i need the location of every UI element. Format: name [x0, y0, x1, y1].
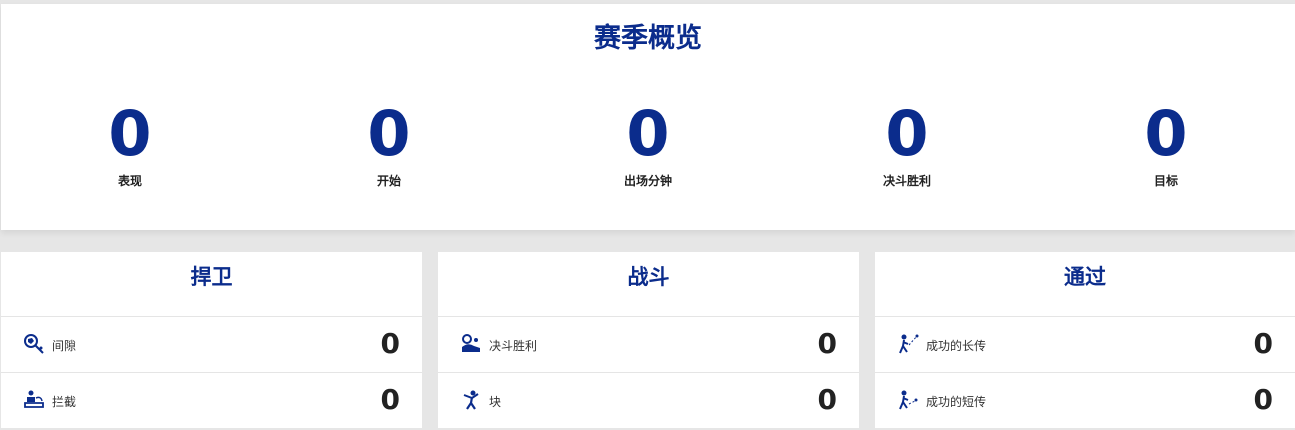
- stat-value: 0: [626, 97, 670, 170]
- card-title: 通过: [875, 252, 1295, 317]
- stat-row-interceptions: 拦截 0: [1, 373, 422, 428]
- duels-card: 战斗 决斗胜利 0 块 0: [438, 252, 859, 428]
- interception-icon: [23, 389, 45, 411]
- stat-goals: 0 目标: [1066, 100, 1266, 189]
- block-icon: [460, 389, 482, 411]
- stat-value: 0: [885, 97, 929, 170]
- overview-stats: 0 表现 0 开始 0 出场分钟 0 决斗胜利 0 目标: [1, 100, 1295, 200]
- season-overview-panel: 赛季概览 0 表现 0 开始 0 出场分钟 0 决斗胜利 0 目标: [1, 4, 1295, 230]
- stat-row-clearances: 间隙 0: [1, 317, 422, 373]
- stat-minutes-played: 0 出场分钟: [548, 100, 748, 189]
- stat-row-value: 0: [380, 327, 400, 360]
- stat-value: 0: [1144, 97, 1188, 170]
- passing-card: 通过 成功的长传 0 成功的短传 0: [875, 252, 1295, 428]
- stat-row-value: 0: [380, 383, 400, 416]
- stat-row-label: 决斗胜利: [489, 339, 538, 353]
- stat-row-label: 成功的长传: [926, 339, 987, 353]
- stat-label: 目标: [1153, 174, 1178, 188]
- stat-starts: 0 开始: [289, 100, 489, 189]
- card-title: 战斗: [438, 252, 859, 317]
- stat-row-label: 间隙: [52, 339, 77, 353]
- stat-duels-won: 0 决斗胜利: [807, 100, 1007, 189]
- stat-row-value: 0: [1253, 327, 1273, 360]
- stat-row-label: 拦截: [52, 395, 77, 409]
- stat-row-label: 成功的短传: [926, 395, 987, 409]
- stat-label: 表现: [117, 174, 142, 188]
- stat-label: 决斗胜利: [882, 174, 931, 188]
- stat-row-value: 0: [1253, 383, 1273, 416]
- stat-row-blocks: 块 0: [438, 373, 859, 428]
- stat-label: 出场分钟: [623, 174, 672, 188]
- long-pass-icon: [897, 333, 919, 355]
- clearance-icon: [23, 333, 45, 355]
- stat-label: 开始: [376, 174, 401, 188]
- duel-won-icon: [460, 333, 482, 355]
- short-pass-icon: [897, 389, 919, 411]
- stat-value: 0: [367, 97, 411, 170]
- defend-card: 捍卫 间隙 0 拦截 0: [1, 252, 422, 428]
- stat-row-label: 块: [489, 395, 502, 409]
- stat-value: 0: [108, 97, 152, 170]
- stat-appearances: 0 表现: [30, 100, 230, 189]
- stat-row-long-passes: 成功的长传 0: [875, 317, 1295, 373]
- stat-row-value: 0: [817, 327, 837, 360]
- stat-row-duels-won: 决斗胜利 0: [438, 317, 859, 373]
- card-title: 捍卫: [1, 252, 422, 317]
- stat-row-short-passes: 成功的短传 0: [875, 373, 1295, 428]
- overview-title: 赛季概览: [594, 23, 702, 54]
- stat-row-value: 0: [817, 383, 837, 416]
